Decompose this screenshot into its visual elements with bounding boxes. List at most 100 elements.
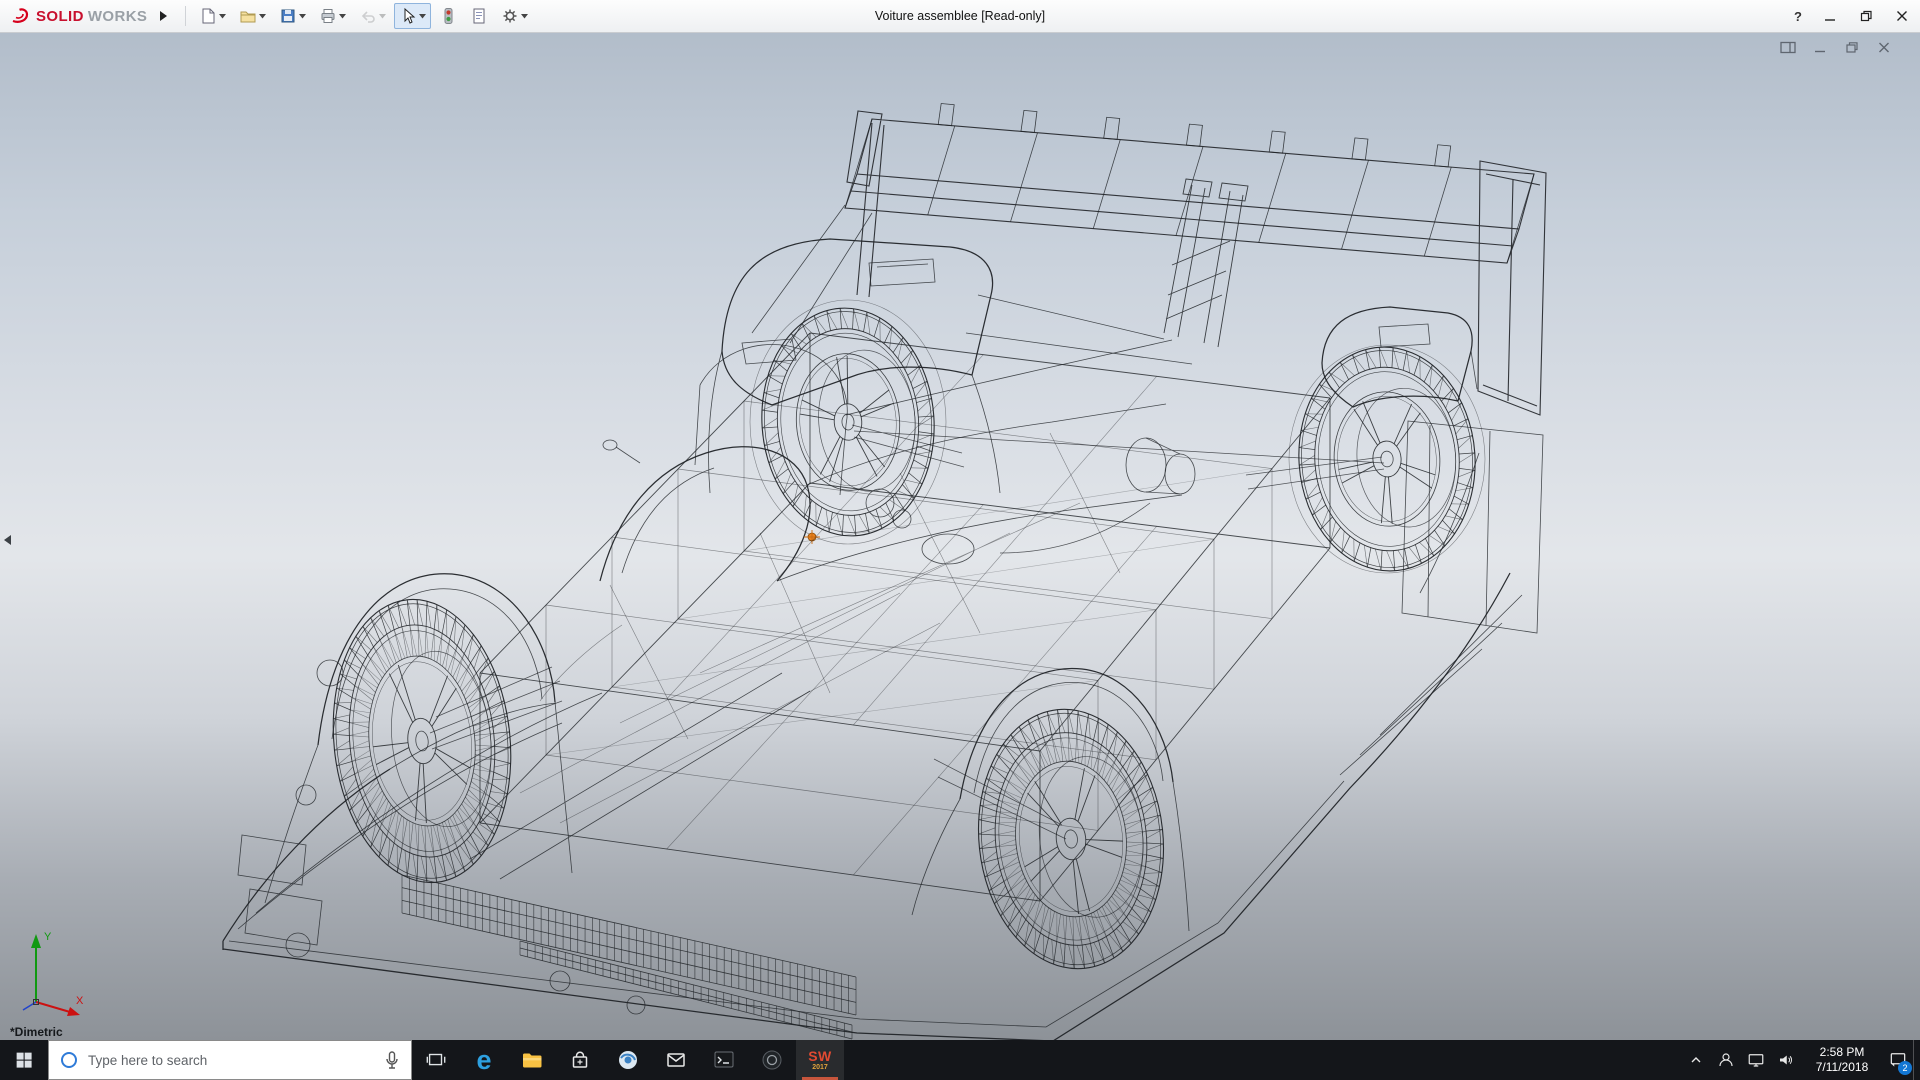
rebuild-button[interactable] [434,3,462,29]
taskbar-app-mail[interactable] [652,1040,700,1080]
options-button[interactable] [496,3,533,29]
doc-close-button[interactable] [1874,39,1894,55]
doc-restore-button[interactable] [1842,39,1862,55]
undo-button[interactable] [354,3,391,29]
chevron-down-icon[interactable] [521,14,528,19]
people-button[interactable] [1711,1040,1741,1080]
titlebar: SOLIDWORKS [0,0,1920,33]
print-button[interactable] [314,3,351,29]
z-axis-arrow [23,1002,36,1010]
window-controls: ? [1784,0,1920,32]
network-button[interactable] [1741,1040,1771,1080]
taskbar-app-terminal[interactable] [700,1040,748,1080]
chevron-down-icon[interactable] [379,14,386,19]
help-button[interactable]: ? [1784,3,1812,29]
speaker-icon [1777,1051,1795,1069]
view-orientation-label: *Dimetric [10,1025,63,1039]
restore-icon [1859,9,1873,23]
select-cursor-icon [399,7,417,25]
taskbar-app-photos[interactable] [748,1040,796,1080]
x-axis-label: X [76,995,84,1007]
minimize-icon [1823,9,1837,23]
cortana-circle-icon [59,1050,79,1070]
chevron-down-icon[interactable] [339,14,346,19]
task-view-button[interactable] [412,1040,460,1080]
app-dark-circle-icon [760,1048,784,1072]
terminal-icon [712,1048,736,1072]
undo-icon [359,7,377,25]
y-axis-label: Y [44,931,52,943]
network-icon [1747,1051,1765,1069]
search-input[interactable] [88,1053,374,1068]
chevron-down-icon[interactable] [419,14,426,19]
orientation-triad: Y X [8,924,94,1024]
doc-close-icon [1876,40,1892,55]
windows-taskbar: e [0,1040,1920,1080]
show-desktop-button[interactable] [1913,1040,1920,1080]
open-button[interactable] [234,3,271,29]
sw-icon-text: SW [808,1049,832,1063]
taskbar-search[interactable] [48,1040,412,1080]
file-explorer-icon [520,1048,544,1072]
clock-date: 7/11/2018 [1805,1060,1879,1075]
ds-logo-icon [10,7,32,25]
solidworks-window: SOLIDWORKS [0,0,1920,1080]
graphics-viewport[interactable]: Y X *Dimetric [0,33,1920,1040]
toolbar-separator [185,6,186,26]
y-axis-arrow [31,934,41,948]
doc-restore-icon [1844,40,1860,55]
minimize-button[interactable] [1812,3,1848,29]
solidworks-logo: SOLIDWORKS [0,7,155,25]
pane-toggle-button[interactable] [1778,39,1798,55]
solidworks-app-icon: SW 2017 [808,1049,832,1071]
task-view-icon [425,1049,447,1071]
restore-button[interactable] [1848,3,1884,29]
origin-marker[interactable] [804,530,820,544]
print-icon [319,7,337,25]
collapsed-panel-arrow-icon[interactable] [2,533,12,547]
brand-solid: SOLID [36,8,84,25]
notification-badge: 2 [1898,1061,1912,1075]
flyout-arrow-icon [159,11,167,21]
doc-minimize-button[interactable] [1810,39,1830,55]
chevron-up-icon [1688,1052,1704,1068]
save-icon [279,7,297,25]
taskbar-app-edge[interactable]: e [460,1040,508,1080]
close-button[interactable] [1884,3,1920,29]
taskbar-app-store[interactable] [556,1040,604,1080]
options-gear-icon [501,7,519,25]
start-button[interactable] [0,1040,48,1080]
pane-toggle-icon [1779,40,1797,55]
hidden-icons-button[interactable] [1681,1040,1711,1080]
brand-works: WORKS [88,8,148,25]
x-axis-arrow [67,1007,80,1016]
new-document-icon [199,7,217,25]
chevron-down-icon[interactable] [299,14,306,19]
document-window-controls [1778,39,1894,55]
sw-icon-year: 2017 [812,1064,828,1071]
doc-minimize-icon [1812,40,1828,55]
chevron-down-icon[interactable] [219,14,226,19]
microphone-icon[interactable] [383,1050,401,1070]
wireframe-car-model[interactable] [0,33,1920,1040]
select-button[interactable] [394,3,431,29]
taskbar-app-solidworks-2017[interactable]: SW 2017 [796,1040,844,1080]
open-folder-icon [239,7,257,25]
volume-button[interactable] [1771,1040,1801,1080]
mail-envelope-icon [664,1048,688,1072]
system-tray: 2:58 PM 7/11/2018 2 [1681,1040,1920,1080]
chevron-down-icon[interactable] [259,14,266,19]
windows-logo-icon [15,1051,33,1069]
taskbar-app-browser[interactable] [604,1040,652,1080]
file-properties-button[interactable] [465,3,493,29]
save-button[interactable] [274,3,311,29]
document-title: Voiture assemblee [Read-only] [875,9,1045,23]
menu-flyout-arrow[interactable] [155,5,171,27]
file-properties-icon [470,7,488,25]
new-document-button[interactable] [194,3,231,29]
edge-icon: e [476,1047,491,1074]
people-icon [1717,1051,1735,1069]
taskbar-clock[interactable]: 2:58 PM 7/11/2018 [1801,1045,1883,1075]
taskbar-app-file-explorer[interactable] [508,1040,556,1080]
action-center-button[interactable]: 2 [1883,1040,1913,1080]
